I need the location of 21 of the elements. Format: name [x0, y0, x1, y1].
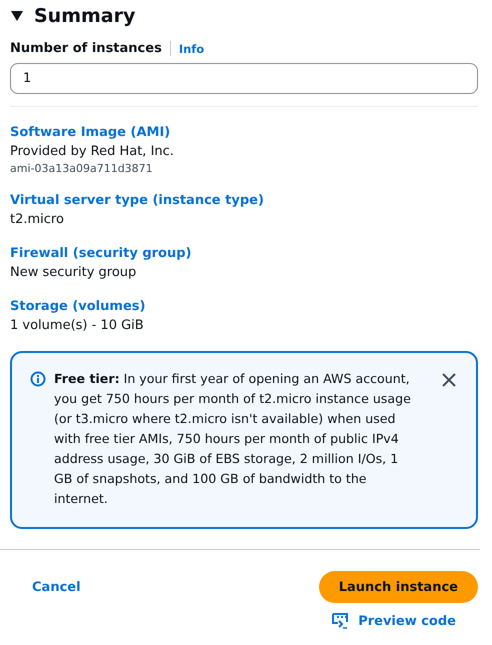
detail-id: ami-03a13a09a711d3871	[10, 161, 154, 176]
detail-value: t2.micro	[10, 211, 65, 229]
detail-link[interactable]: Virtual server type (instance type)	[10, 192, 478, 210]
preview-code-link[interactable]: Preview code	[332, 613, 456, 629]
detail-value: New security group	[10, 264, 138, 282]
detail-link[interactable]: Storage (volumes)	[10, 298, 478, 316]
detail-value: 1 volume(s) - 10 GiB	[10, 317, 145, 335]
close-icon[interactable]	[442, 373, 456, 387]
section-title: Summary	[34, 5, 136, 27]
detail-value: Provided by Red Hat, Inc.	[10, 143, 175, 161]
info-icon	[30, 371, 46, 387]
info-link[interactable]: Info	[170, 42, 204, 56]
caret-icon[interactable]	[10, 10, 24, 22]
detail-link[interactable]: Software Image (AMI)	[10, 124, 478, 142]
detail-link[interactable]: Firewall (security group)	[10, 245, 478, 263]
input-field[interactable]: 1	[10, 63, 478, 94]
launch-button[interactable]: Launch instance	[318, 571, 478, 603]
field-label: Number of instances	[10, 41, 171, 56]
cancel-link[interactable]: Cancel	[32, 580, 81, 594]
alert-text: Free tier: In your first year of opening an AWS account, you get 750 hours per month of t2.micro instance usage (or t3.micro where t2.micro isn't available) when used with free tier AMIs, 750 hours per month of public IPv4 address usage, 30 GiB of EBS storage, 2 million I/Os, 1 GB of snapshots, and 100 GB of bandwidth to the internet.	[54, 370, 412, 508]
code-preview-icon	[332, 613, 350, 629]
